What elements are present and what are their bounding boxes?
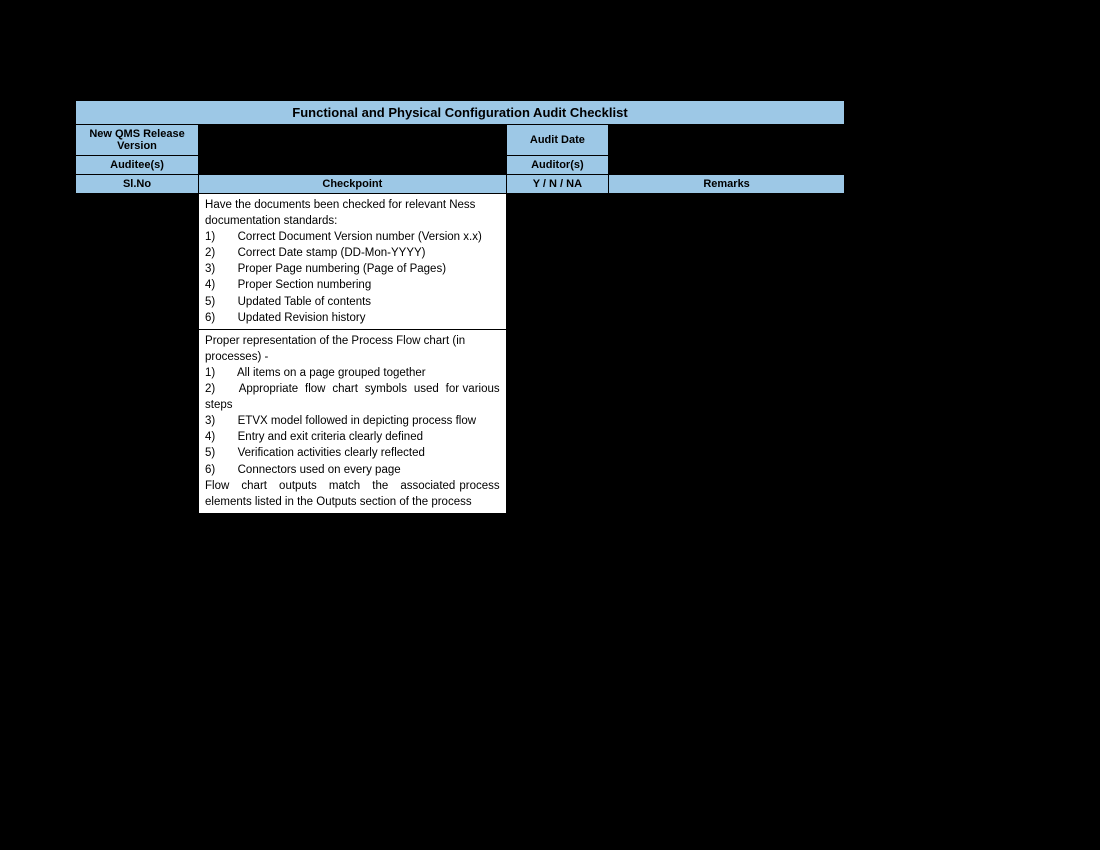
checkpoint-text: 2) Correct Date stamp (DD-Mon-YYYY) <box>205 245 500 261</box>
cell-checkpoint: Have the documents been checked for rele… <box>199 194 507 330</box>
checkpoint-text: 5) Verification activities clearly refle… <box>205 445 500 461</box>
col-ynna: Y / N / NA <box>506 175 609 194</box>
title-row: Functional and Physical Configuration Au… <box>76 101 845 125</box>
checkpoint-text: 1) All items on a page grouped together <box>205 365 500 381</box>
audit-date-label: Audit Date <box>506 125 609 156</box>
checkpoint-text: 3) ETVX model followed in depicting proc… <box>205 413 500 429</box>
auditee-label: Auditee(s) <box>76 156 199 175</box>
column-headers: Sl.No Checkpoint Y / N / NA Remarks <box>76 175 845 194</box>
checklist-table: Functional and Physical Configuration Au… <box>75 100 845 514</box>
cell-remarks[interactable] <box>609 194 845 330</box>
cell-slno <box>76 194 199 330</box>
cell-checkpoint: Proper representation of the Process Flo… <box>199 329 507 513</box>
release-version-value[interactable] <box>199 125 507 156</box>
checkpoint-text: 6) Updated Revision history <box>205 310 500 326</box>
release-version-label: New QMS Release Version <box>76 125 199 156</box>
checkpoint-text: Proper representation of the Process Flo… <box>205 333 500 365</box>
meta-row-1: New QMS Release Version Audit Date <box>76 125 845 156</box>
checkpoint-text: 6) Connectors used on every page <box>205 462 500 478</box>
checklist-title: Functional and Physical Configuration Au… <box>76 101 845 125</box>
auditee-value[interactable] <box>199 156 507 175</box>
col-remarks: Remarks <box>609 175 845 194</box>
cell-slno <box>76 329 199 513</box>
checklist-row: Have the documents been checked for rele… <box>76 194 845 330</box>
cell-ynna[interactable] <box>506 329 609 513</box>
checkpoint-text: 3) Proper Page numbering (Page of Pages) <box>205 261 500 277</box>
col-checkpoint: Checkpoint <box>199 175 507 194</box>
meta-row-2: Auditee(s) Auditor(s) <box>76 156 845 175</box>
col-slno: Sl.No <box>76 175 199 194</box>
checkpoint-text: Flow chart outputs match the associated … <box>205 478 500 510</box>
checkpoint-text: 1) Correct Document Version number (Vers… <box>205 229 500 245</box>
checkpoint-text: 4) Entry and exit criteria clearly defin… <box>205 429 500 445</box>
checkpoint-text: 2) Appropriate flow chart symbols used f… <box>205 381 500 413</box>
checkpoint-text: Have the documents been checked for rele… <box>205 197 500 229</box>
checkpoint-text: 4) Proper Section numbering <box>205 277 500 293</box>
cell-remarks[interactable] <box>609 329 845 513</box>
cell-ynna[interactable] <box>506 194 609 330</box>
checklist-row: Proper representation of the Process Flo… <box>76 329 845 513</box>
auditor-label: Auditor(s) <box>506 156 609 175</box>
audit-date-value[interactable] <box>609 125 845 156</box>
auditor-value[interactable] <box>609 156 845 175</box>
checkpoint-text: 5) Updated Table of contents <box>205 294 500 310</box>
